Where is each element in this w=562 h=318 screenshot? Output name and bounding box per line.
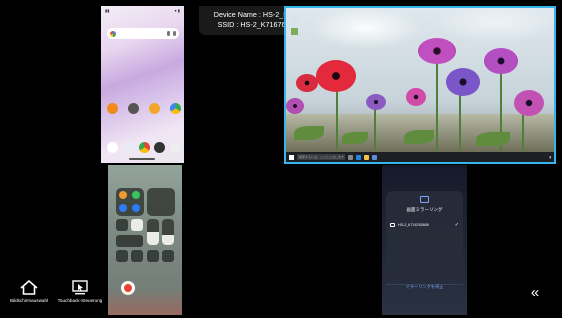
google-icon <box>110 30 116 37</box>
monitor-icon <box>390 223 395 227</box>
play-store-app[interactable] <box>170 103 181 114</box>
android-status-right: ▾ ▮ <box>174 8 180 13</box>
mirror-panel-ios-control-center[interactable] <box>108 165 182 315</box>
touchback-button[interactable]: Touchback-Steuerung <box>56 280 104 303</box>
mirror-panel-ios-screen-mirroring[interactable]: 画面ミラーリング HS-2_K716762608 ✓ ミラーリングを停止 <box>382 165 467 315</box>
purple-anemone <box>286 98 304 114</box>
purple-anemone <box>484 48 518 74</box>
chrome-icon[interactable] <box>138 142 150 153</box>
stop-mirroring-button[interactable]: ミラーリングを停止 <box>382 281 467 292</box>
purple-anemone <box>366 94 386 110</box>
stem <box>374 106 376 150</box>
connectivity-block[interactable] <box>116 188 144 216</box>
touchback-icon <box>72 280 88 295</box>
double-chevron-left-icon[interactable]: « <box>526 285 544 300</box>
screen-select-button[interactable]: Bildschirmauswahl <box>10 280 48 303</box>
task-view-icon[interactable] <box>348 154 353 160</box>
home-icon <box>20 280 38 295</box>
app-3[interactable] <box>149 103 160 114</box>
mirroring-device-row[interactable]: HS-2_K716762608 ✓ <box>390 221 459 229</box>
purple-anemone <box>446 68 480 96</box>
purple-anemone <box>514 90 544 116</box>
screen-mirroring-card: 画面ミラーリング HS-2_K716762608 ✓ <box>386 191 463 285</box>
android-dock <box>107 142 181 153</box>
lens-icon <box>173 31 176 36</box>
airplane-icon[interactable] <box>119 191 127 199</box>
screen-mirror-icon[interactable] <box>116 235 143 247</box>
volume-slider[interactable] <box>162 219 174 245</box>
leaf <box>342 132 368 144</box>
screen-mirroring-icon <box>420 196 429 203</box>
windows-start-icon[interactable] <box>289 154 294 160</box>
checkmark-icon: ✓ <box>454 222 459 228</box>
red-anemone <box>316 60 356 92</box>
camera-icon[interactable] <box>154 142 166 153</box>
bluetooth-icon[interactable] <box>132 204 140 212</box>
receiver-screen: Device Name : HS-2_K716762608 PIN : None… <box>0 0 562 318</box>
touchback-label: Touchback-Steuerung <box>57 298 103 303</box>
windows-taskbar: 検索するには、ここに入力します ▮ <box>286 152 554 162</box>
purple-anemone <box>418 38 456 64</box>
rotation-lock-icon[interactable] <box>116 219 128 231</box>
stem <box>336 88 338 150</box>
purple-anemone <box>406 88 426 106</box>
mirror-panel-windows[interactable]: 検索するには、ここに入力します ▮ <box>284 6 556 164</box>
desktop-shortcut-icon[interactable] <box>291 28 298 35</box>
red-anemone <box>296 74 318 92</box>
app-1-icon <box>107 103 118 114</box>
app-3-icon <box>149 103 160 114</box>
messages-icon[interactable] <box>122 142 134 153</box>
calculator-icon[interactable] <box>147 250 159 262</box>
wifi-icon[interactable] <box>119 204 127 212</box>
mic-icon <box>167 31 170 36</box>
store-icon[interactable] <box>372 154 377 160</box>
app-1[interactable] <box>107 103 118 114</box>
taskbar-search-box[interactable]: 検索するには、ここに入力します <box>297 154 345 160</box>
app-2-icon <box>128 103 139 114</box>
google-search-bar[interactable] <box>107 28 179 39</box>
leaf <box>476 132 510 146</box>
android-status-bar: ▮▮ ▾ ▮ <box>105 8 180 14</box>
leaf <box>294 126 324 140</box>
camera-icon[interactable] <box>162 250 174 262</box>
volume-slider-fill <box>162 234 174 245</box>
bottom-glow <box>108 289 182 315</box>
settings-icon[interactable] <box>170 142 181 153</box>
app-2[interactable] <box>128 103 139 114</box>
mirroring-device-name: HS-2_K716762608 <box>398 223 429 227</box>
leaf <box>404 130 434 144</box>
media-block[interactable] <box>147 188 175 216</box>
explorer-icon[interactable] <box>364 154 369 160</box>
do-not-disturb-icon[interactable] <box>131 219 143 231</box>
brightness-slider-fill <box>147 232 159 245</box>
taskbar-clock: ▮ <box>549 155 551 159</box>
mirror-panel-android[interactable]: ▮▮ ▾ ▮ <box>101 6 184 163</box>
phone-icon[interactable] <box>107 142 118 153</box>
android-app-row <box>107 103 181 114</box>
android-status-left: ▮▮ <box>105 8 110 13</box>
brightness-slider[interactable] <box>147 219 159 245</box>
screen-select-label: Bildschirmauswahl <box>9 298 49 303</box>
timer-icon[interactable] <box>131 250 143 262</box>
cellular-icon[interactable] <box>132 191 140 199</box>
flashlight-icon[interactable] <box>116 250 128 262</box>
desktop-recycle-bin-icon[interactable] <box>291 14 298 21</box>
stem <box>436 56 438 150</box>
android-nav-bar[interactable] <box>129 158 155 160</box>
screen-mirroring-title: 画面ミラーリング <box>406 207 443 212</box>
edge-icon[interactable] <box>356 154 361 160</box>
play-store-icon <box>170 103 181 114</box>
